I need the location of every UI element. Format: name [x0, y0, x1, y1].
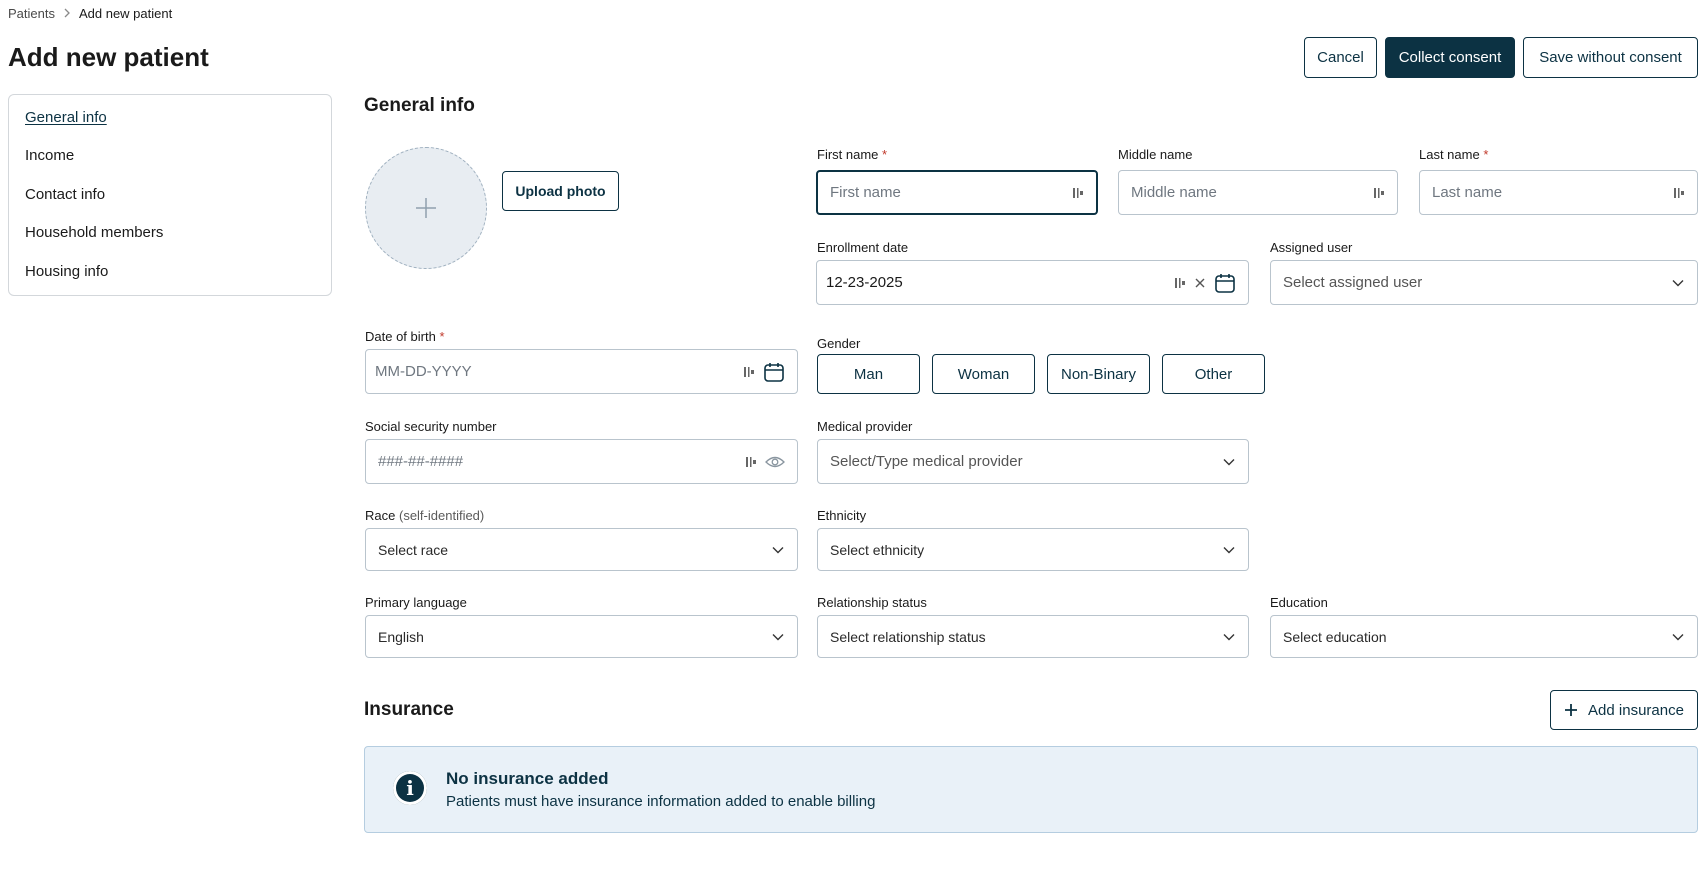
calendar-icon[interactable] [763, 361, 785, 383]
ssn-label: Social security number [365, 419, 497, 434]
chevron-down-icon [1671, 630, 1685, 644]
gender-option-woman[interactable]: Woman [932, 354, 1035, 394]
info-icon: i [393, 771, 427, 805]
gender-option-non-binary[interactable]: Non-Binary [1047, 354, 1150, 394]
race-select[interactable]: Select race [365, 528, 798, 571]
chevron-right-icon [63, 8, 71, 18]
autofill-icon [743, 365, 755, 379]
relationship-status-label: Relationship status [817, 595, 927, 610]
ssn-input[interactable]: ###-##-#### [365, 439, 798, 484]
middle-name-input[interactable]: Middle name [1118, 170, 1398, 215]
save-without-consent-button[interactable]: Save without consent [1523, 37, 1698, 78]
education-placeholder: Select education [1283, 628, 1387, 645]
insurance-heading: Insurance [364, 699, 454, 720]
autofill-icon [1174, 276, 1186, 290]
race-label: Race (self-identified) [365, 508, 485, 523]
photo-placeholder[interactable] [365, 147, 487, 269]
education-select[interactable]: Select education [1270, 615, 1698, 658]
add-insurance-button[interactable]: Add insurance [1550, 690, 1698, 730]
sidebar-item-household-members[interactable]: Household members [25, 223, 163, 243]
calendar-icon[interactable] [1214, 272, 1236, 294]
primary-language-select[interactable]: English [365, 615, 798, 658]
gender-option-other[interactable]: Other [1162, 354, 1265, 394]
relationship-status-select[interactable]: Select relationship status [817, 615, 1249, 658]
enrollment-date-label: Enrollment date [817, 240, 909, 255]
upload-photo-button[interactable]: Upload photo [502, 171, 619, 211]
ethnicity-select[interactable]: Select ethnicity [817, 528, 1249, 571]
chevron-down-icon [1222, 543, 1236, 557]
general-info-heading: General info [364, 95, 475, 116]
date-of-birth-input[interactable]: MM-DD-YYYY [365, 349, 798, 394]
date-of-birth-label: Date of birth * [365, 329, 445, 344]
chevron-down-icon [771, 543, 785, 557]
chevron-down-icon [1671, 276, 1685, 290]
medical-provider-placeholder: Select/Type medical provider [830, 453, 1023, 470]
plus-icon [1564, 703, 1578, 717]
chevron-down-icon [1222, 455, 1236, 469]
breadcrumb-current: Add new patient [78, 5, 173, 21]
assigned-user-placeholder: Select assigned user [1283, 274, 1423, 291]
autofill-icon [745, 455, 757, 469]
page-title: Add new patient [8, 42, 209, 72]
autofill-icon [1373, 186, 1385, 200]
last-name-placeholder: Last name [1432, 184, 1503, 201]
sidebar-item-contact-info[interactable]: Contact info [25, 185, 105, 205]
breadcrumb: Patients Add new patient [8, 4, 172, 22]
middle-name-label: Middle name [1118, 147, 1193, 162]
first-name-label: First name * [817, 147, 888, 162]
no-insurance-title: No insurance added [446, 769, 609, 788]
middle-name-placeholder: Middle name [1131, 184, 1217, 201]
no-insurance-text: Patients must have insurance information… [446, 793, 876, 810]
chevron-down-icon [1222, 630, 1236, 644]
relationship-status-placeholder: Select relationship status [830, 628, 986, 645]
eye-icon[interactable] [765, 455, 785, 469]
section-nav-sidebar: General info Income Contact info Househo… [8, 94, 332, 296]
sidebar-item-general-info[interactable]: General info [25, 108, 107, 128]
autofill-icon [1072, 186, 1084, 200]
enrollment-date-value: 12-23-2025 [826, 274, 903, 291]
last-name-label: Last name * [1419, 147, 1489, 162]
last-name-input[interactable]: Last name [1419, 170, 1698, 215]
medical-provider-label: Medical provider [817, 419, 913, 434]
primary-language-value: English [378, 628, 424, 645]
gender-option-man[interactable]: Man [817, 354, 920, 394]
plus-icon [414, 196, 438, 220]
chevron-down-icon [771, 630, 785, 644]
ethnicity-label: Ethnicity [817, 508, 867, 523]
gender-label: Gender [817, 336, 861, 351]
enrollment-date-input[interactable]: 12-23-2025 [816, 260, 1249, 305]
assigned-user-select[interactable]: Select assigned user [1270, 260, 1698, 305]
ssn-placeholder: ###-##-#### [378, 453, 464, 470]
ethnicity-placeholder: Select ethnicity [830, 541, 925, 558]
date-of-birth-placeholder: MM-DD-YYYY [375, 363, 472, 380]
race-placeholder: Select race [378, 541, 449, 558]
collect-consent-button[interactable]: Collect consent [1385, 37, 1515, 78]
first-name-input[interactable]: First name [816, 170, 1098, 215]
sidebar-item-housing-info[interactable]: Housing info [25, 262, 108, 282]
breadcrumb-patients-link[interactable]: Patients [8, 6, 55, 21]
add-insurance-label: Add insurance [1588, 701, 1684, 719]
sidebar-item-income[interactable]: Income [25, 146, 74, 166]
education-label: Education [1270, 595, 1328, 610]
medical-provider-select[interactable]: Select/Type medical provider [817, 439, 1249, 484]
assigned-user-label: Assigned user [1270, 240, 1353, 255]
cancel-button[interactable]: Cancel [1304, 37, 1377, 78]
primary-language-label: Primary language [365, 595, 467, 610]
autofill-icon [1673, 186, 1685, 200]
no-insurance-banner: i No insurance added Patients must have … [364, 746, 1698, 833]
first-name-placeholder: First name [830, 184, 901, 201]
clear-icon[interactable] [1194, 277, 1206, 289]
